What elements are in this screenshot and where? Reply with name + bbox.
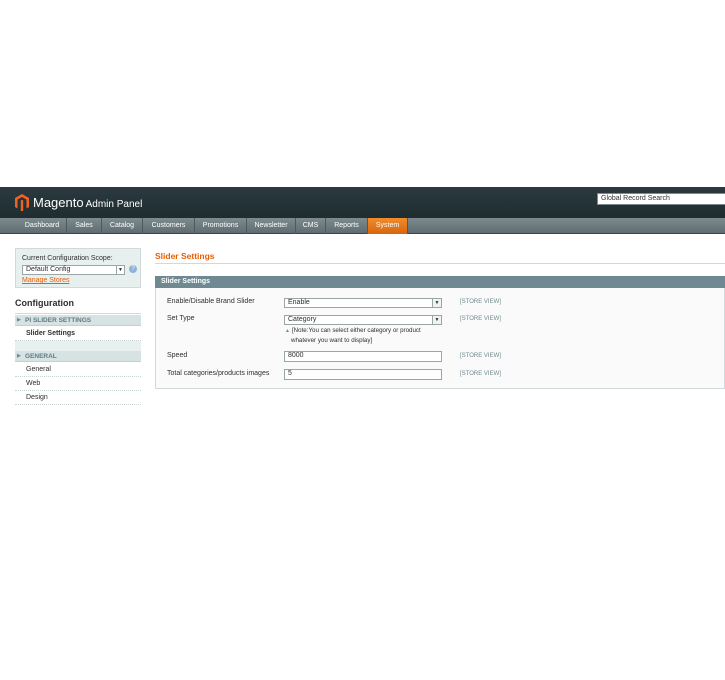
sidebar-item-web[interactable]: Web: [15, 377, 141, 391]
manage-stores-link[interactable]: Manage Stores: [22, 277, 69, 284]
sidebar-item-slider-settings[interactable]: Slider Settings: [15, 327, 141, 341]
set-type-select[interactable]: Category ▼: [284, 315, 442, 325]
field-label: Set Type: [167, 315, 195, 322]
configuration-title: Configuration: [15, 298, 74, 308]
total-images-input[interactable]: 5: [284, 369, 442, 380]
triangle-right-icon: ▶: [17, 353, 21, 359]
nav-dashboard[interactable]: Dashboard: [18, 218, 67, 234]
triangle-right-icon: ▶: [17, 317, 21, 323]
select-value: Enable: [288, 299, 310, 306]
logo-text: Magento Admin Panel: [33, 195, 142, 210]
field-label: Speed: [167, 352, 188, 359]
field-label: Total categories/products images: [167, 370, 270, 377]
nav-catalog[interactable]: Catalog: [102, 218, 143, 234]
section-pi-slider-settings[interactable]: ▶ PI SLIDER SETTINGS: [15, 315, 141, 326]
brand-slider-select[interactable]: Enable ▼: [284, 298, 442, 308]
sidebar-item-design[interactable]: Design: [15, 391, 141, 405]
nav-newsletter[interactable]: Newsletter: [247, 218, 296, 234]
scope-select-value: Default Config: [26, 266, 71, 273]
chevron-down-icon: ▼: [432, 316, 441, 324]
chevron-down-icon: ▼: [432, 299, 441, 307]
scope-label: Current Configuration Scope:: [22, 255, 113, 262]
global-search-input[interactable]: Global Record Search: [597, 193, 725, 205]
nav-cms[interactable]: CMS: [296, 218, 326, 234]
magento-logo-icon: [15, 193, 29, 211]
scope-tag: [STORE VIEW]: [460, 316, 501, 322]
sidebar-item-general[interactable]: General: [15, 363, 141, 377]
scope-switcher: Current Configuration Scope: Default Con…: [15, 248, 141, 288]
nav-promotions[interactable]: Promotions: [195, 218, 247, 234]
note-line-2: whatever you want to display]: [291, 337, 373, 344]
section-title: PI SLIDER SETTINGS: [25, 317, 92, 324]
triangle-up-icon: ▲: [285, 328, 290, 334]
nav-system[interactable]: System: [368, 218, 408, 234]
fieldset-header[interactable]: Slider Settings: [155, 276, 725, 288]
nav-reports[interactable]: Reports: [326, 218, 368, 234]
scope-tag: [STORE VIEW]: [460, 371, 501, 377]
logo-brand: Magento: [33, 194, 84, 210]
divider: [15, 313, 141, 314]
speed-input[interactable]: 8000: [284, 351, 442, 362]
nav-customers[interactable]: Customers: [143, 218, 195, 234]
help-icon[interactable]: ?: [129, 265, 137, 273]
magento-logo[interactable]: Magento Admin Panel: [15, 193, 142, 211]
scope-tag: [STORE VIEW]: [460, 299, 501, 305]
note-line-1: [Note:You can select either category or …: [291, 327, 421, 334]
page-title: Slider Settings: [155, 251, 215, 261]
scope-select[interactable]: Default Config ▼: [22, 265, 125, 275]
select-value: Category: [288, 316, 317, 323]
logo-subtitle: Admin Panel: [85, 198, 143, 210]
section-title: GENERAL: [25, 353, 57, 360]
section-general[interactable]: ▶ GENERAL: [15, 351, 141, 362]
chevron-down-icon: ▼: [116, 266, 124, 274]
nav-sales[interactable]: Sales: [67, 218, 102, 234]
field-note: ▲ [Note:You can select either category or…: [285, 326, 445, 346]
field-label: Enable/Disable Brand Slider: [167, 298, 255, 305]
divider: [155, 263, 725, 264]
scope-tag: [STORE VIEW]: [460, 353, 501, 359]
